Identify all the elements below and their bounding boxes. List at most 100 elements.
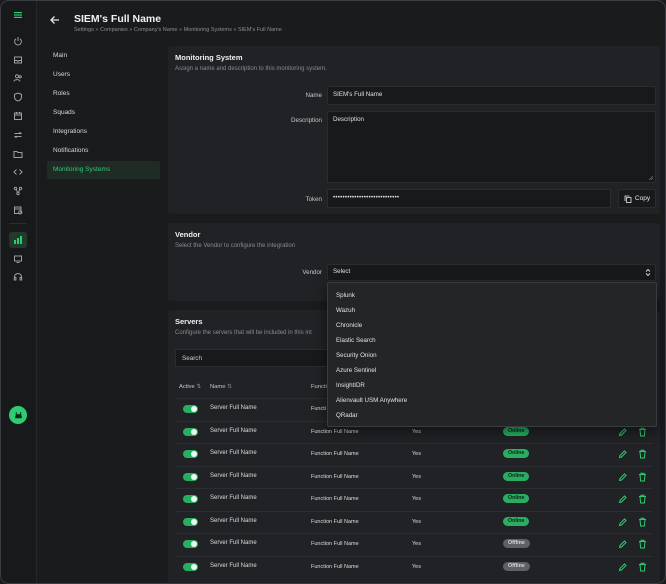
delete-trash-icon[interactable] xyxy=(638,562,647,572)
active-toggle[interactable] xyxy=(183,427,198,436)
active-toggle[interactable] xyxy=(183,405,198,413)
active-toggle[interactable] xyxy=(183,450,198,458)
description-textarea[interactable]: Description xyxy=(327,111,656,183)
table-row: Server Full Name Function Full Name Yes Onl… xyxy=(175,443,653,465)
schedule-icon[interactable] xyxy=(9,202,27,218)
delete-trash-icon[interactable] xyxy=(638,539,647,549)
status-badge: Online xyxy=(503,494,530,503)
status-badge: Online xyxy=(503,449,530,458)
nav-item-integrations[interactable]: Integrations xyxy=(47,123,160,141)
status-badge: Online xyxy=(503,426,530,436)
device-icon[interactable] xyxy=(9,251,27,267)
vendor-option-splunk[interactable]: Splunk xyxy=(328,288,656,303)
breadcrumb[interactable]: Settings » Companies » Company's Name » … xyxy=(74,27,282,33)
column-header-active[interactable]: Active ⇅ xyxy=(179,384,201,390)
nav-item-notifications[interactable]: Notifications xyxy=(47,142,160,160)
monitoring-system-panel: Monitoring System Assign a name and desc… xyxy=(168,46,660,214)
column-header-function[interactable]: Functi xyxy=(311,384,327,390)
network-icon[interactable] xyxy=(9,183,27,199)
delete-trash-icon[interactable] xyxy=(638,472,647,482)
delete-trash-icon[interactable] xyxy=(638,427,647,437)
nav-item-monitoring-systems[interactable]: Monitoring Systems xyxy=(47,161,160,179)
section-title: Servers xyxy=(175,317,203,326)
settings-dashboard-icon[interactable] xyxy=(9,232,27,248)
vendor-dropdown-menu: Splunk Wazuh Chronicle Elastic Search Se… xyxy=(327,282,657,427)
vendor-option-insightidr[interactable]: InsightIDR xyxy=(328,378,656,393)
code-icon[interactable] xyxy=(9,164,27,180)
shield-icon[interactable] xyxy=(9,89,27,105)
edit-pencil-icon[interactable] xyxy=(618,449,627,459)
server-name: Server Full Name xyxy=(210,405,257,411)
server-flag: Yes xyxy=(412,496,421,502)
active-toggle[interactable] xyxy=(183,540,198,548)
section-title: Monitoring System xyxy=(175,53,243,62)
server-name: Server Full Name xyxy=(210,517,257,524)
brand-logo-icon[interactable] xyxy=(9,406,27,424)
edit-pencil-icon[interactable] xyxy=(618,539,627,549)
calendar-icon[interactable] xyxy=(9,108,27,124)
server-name: Server Full Name xyxy=(210,540,257,546)
nav-item-roles[interactable]: Roles xyxy=(47,85,160,103)
menu-icon[interactable] xyxy=(9,7,27,23)
vendor-option-alienvault[interactable]: Alienvault USM Anywhere xyxy=(328,393,656,408)
table-row: Server Full Name Function Full Name Yes Off… xyxy=(175,533,653,555)
folder-icon[interactable] xyxy=(9,146,27,162)
delete-trash-icon[interactable] xyxy=(638,494,647,504)
inbox-icon[interactable] xyxy=(9,52,27,68)
vendor-select[interactable]: Select xyxy=(327,264,656,281)
description-text: Description xyxy=(333,116,364,123)
vendor-option-security-onion[interactable]: Security Onion xyxy=(328,348,656,363)
active-toggle[interactable] xyxy=(183,562,198,571)
sort-icon: ⇅ xyxy=(196,384,202,390)
headset-icon[interactable] xyxy=(9,269,27,285)
icon-rail xyxy=(1,1,37,583)
table-row: Server Full Name Function Full Name Yes Onl… xyxy=(175,488,653,510)
description-label: Description xyxy=(291,117,322,124)
name-label: Name xyxy=(305,92,322,99)
server-function: Function Full Name xyxy=(311,518,359,525)
vendor-option-chronicle[interactable]: Chronicle xyxy=(328,318,656,333)
back-arrow-icon[interactable] xyxy=(49,14,61,26)
server-flag: Yes xyxy=(412,518,421,525)
rail-divider xyxy=(9,223,27,224)
server-function: Function Full Name xyxy=(311,496,359,502)
server-flag: Yes xyxy=(412,541,421,547)
nav-item-users[interactable]: Users xyxy=(47,66,160,84)
edit-pencil-icon[interactable] xyxy=(618,562,627,572)
edit-pencil-icon[interactable] xyxy=(618,427,627,437)
nav-item-squads[interactable]: Squads xyxy=(47,104,160,122)
copy-label: Copy xyxy=(634,195,651,202)
server-function: Functi xyxy=(311,406,326,412)
nav-item-main[interactable]: Main xyxy=(47,47,160,65)
column-header-name[interactable]: Name ⇅ xyxy=(210,384,232,390)
users-icon[interactable] xyxy=(9,70,27,86)
resize-handle-icon[interactable] xyxy=(648,175,653,180)
name-input[interactable]: SIEM's Full Name xyxy=(327,86,656,105)
vendor-option-azure-sentinel[interactable]: Azure Sentinel xyxy=(328,363,656,378)
server-function: Function Full Name xyxy=(311,563,359,570)
active-toggle[interactable] xyxy=(183,517,198,526)
edit-pencil-icon[interactable] xyxy=(618,472,627,482)
token-input[interactable]: •••••••••••••••••••••••••••• xyxy=(327,189,611,208)
power-icon[interactable] xyxy=(9,33,27,49)
page-title: SIEM's Full Name xyxy=(74,13,162,25)
copy-token-button[interactable]: Copy xyxy=(618,189,656,208)
active-toggle[interactable] xyxy=(183,495,198,503)
server-function: Function Full Name xyxy=(311,428,359,435)
delete-trash-icon[interactable] xyxy=(638,517,647,527)
edit-pencil-icon[interactable] xyxy=(618,517,627,527)
table-row: Server Full Name Function Full Name Yes Onl… xyxy=(175,465,653,488)
token-label: Token xyxy=(305,196,322,203)
table-row: Server Full Name Function Full Name Yes Onl… xyxy=(175,510,653,533)
server-name: Server Full Name xyxy=(210,562,257,569)
vendor-option-elastic-search[interactable]: Elastic Search xyxy=(328,333,656,348)
delete-trash-icon[interactable] xyxy=(638,449,647,459)
active-toggle[interactable] xyxy=(183,472,198,481)
vendor-option-wazuh[interactable]: Wazuh xyxy=(328,303,656,318)
vendor-option-qradar[interactable]: QRadar xyxy=(328,408,656,423)
server-function: Function Full Name xyxy=(311,451,359,457)
edit-pencil-icon[interactable] xyxy=(618,494,627,504)
server-flag: Yes xyxy=(412,473,421,480)
copy-icon xyxy=(624,195,632,203)
transfer-icon[interactable] xyxy=(9,127,27,143)
